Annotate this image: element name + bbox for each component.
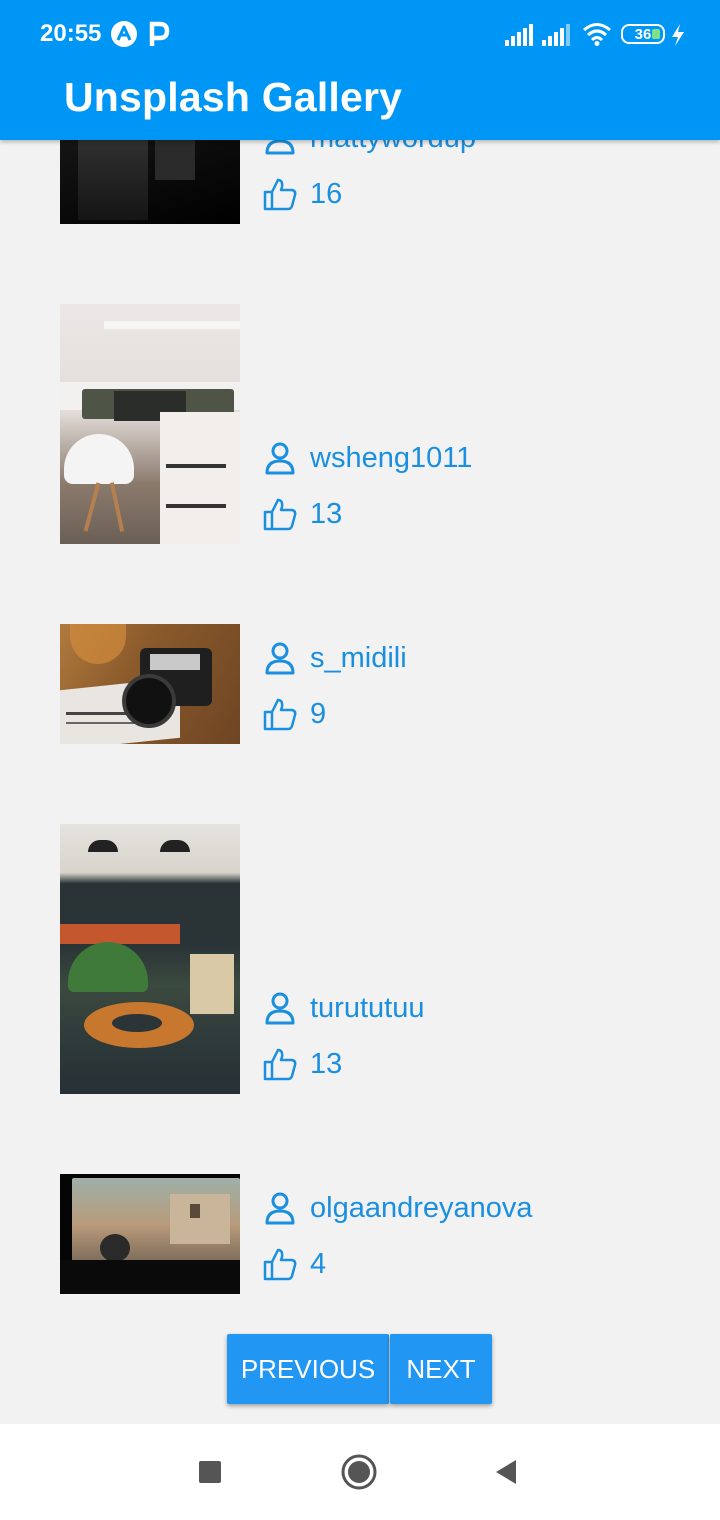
photo-thumbnail[interactable] — [60, 1174, 240, 1294]
user-icon — [265, 140, 295, 155]
thumbs-up-icon — [263, 498, 297, 531]
author-username: s_midili — [310, 641, 407, 674]
thumbs-up-icon — [263, 1248, 297, 1281]
likes-count: 9 — [310, 697, 327, 730]
user-icon — [265, 442, 295, 475]
recents-square-icon[interactable] — [198, 1460, 222, 1484]
signal-icon — [542, 24, 570, 46]
home-circle-icon[interactable] — [341, 1454, 377, 1490]
battery-icon: 36 — [621, 24, 665, 44]
author-row: wsheng1011 — [262, 438, 472, 478]
previous-button[interactable]: PREVIOUS — [227, 1334, 389, 1404]
user-icon — [265, 1192, 295, 1225]
user-icon — [265, 992, 295, 1025]
likes-row: 4 — [262, 1244, 326, 1284]
author-row: s_midili — [262, 638, 407, 678]
battery-level: 36 — [634, 25, 652, 43]
likes-row: 13 — [262, 1044, 342, 1084]
likes-row: 9 — [262, 694, 326, 734]
system-nav-bar — [0, 1424, 720, 1520]
back-triangle-icon[interactable] — [494, 1458, 518, 1486]
photo-thumbnail[interactable] — [60, 824, 240, 1094]
author-row: olgaandreyanova — [262, 1188, 533, 1228]
p-app-icon — [149, 21, 170, 46]
photo-list[interactable]: mattywordup 16 wsheng1011 13 — [0, 140, 720, 1424]
status-time: 20:55 — [40, 20, 102, 47]
author-row: turututuu — [262, 988, 424, 1028]
likes-row: 13 — [262, 494, 342, 534]
thumbs-up-icon — [263, 1048, 297, 1081]
photo-thumbnail[interactable] — [60, 304, 240, 544]
next-button[interactable]: NEXT — [390, 1334, 492, 1404]
likes-count: 16 — [310, 177, 343, 210]
photo-thumbnail[interactable] — [60, 624, 240, 744]
thumbs-up-icon — [263, 178, 297, 211]
likes-count: 13 — [310, 1047, 343, 1080]
author-username: wsheng1011 — [310, 441, 473, 474]
photo-thumbnail[interactable] — [60, 140, 240, 224]
wifi-icon — [583, 23, 611, 46]
app-bar: 20:55 36 Unsplash Gallery — [0, 0, 720, 140]
app-title: Unsplash Gallery — [64, 74, 403, 120]
status-bar: 20:55 36 — [0, 0, 720, 70]
thumbs-up-icon — [263, 698, 297, 731]
author-username: olgaandreyanova — [310, 1191, 533, 1224]
author-row: mattywordup — [262, 140, 476, 158]
likes-count: 13 — [310, 497, 343, 530]
charging-icon — [672, 24, 684, 46]
likes-count: 4 — [310, 1247, 327, 1280]
pagination: PREVIOUS NEXT — [227, 1334, 492, 1404]
a-app-icon — [111, 21, 137, 47]
signal-icon — [505, 24, 533, 46]
author-username: turututuu — [310, 991, 425, 1024]
author-username: mattywordup — [310, 140, 476, 155]
user-icon — [265, 642, 295, 675]
likes-row: 16 — [262, 174, 342, 214]
